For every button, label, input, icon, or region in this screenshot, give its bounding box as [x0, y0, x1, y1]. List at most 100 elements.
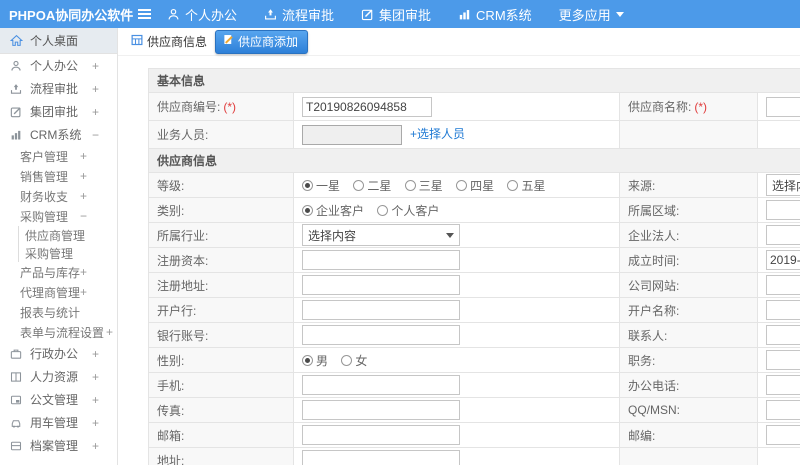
legal-person-input[interactable] — [766, 225, 800, 245]
field-label: 注册资本: — [148, 247, 294, 273]
archive-icon — [10, 439, 23, 452]
sidebar-item-label: 表单与流程设置 — [20, 325, 105, 340]
sidebar-item-sales-mgmt[interactable]: 销售管理 + — [0, 166, 117, 186]
expand-indicator: + — [91, 104, 99, 119]
bank-input[interactable] — [302, 300, 460, 320]
zipcode-input[interactable] — [766, 425, 800, 445]
supplier-no-input[interactable] — [302, 96, 432, 117]
expand-indicator: + — [91, 369, 99, 384]
sidebar-item-label: 供应商管理 — [25, 228, 86, 243]
expand-indicator: + — [79, 285, 87, 299]
hamburger-menu-icon[interactable] — [138, 7, 151, 21]
radio-selected-icon — [302, 354, 313, 366]
edit-icon — [361, 8, 374, 21]
sidebar-item-purchase-mgmt[interactable]: 采购管理 − — [0, 206, 117, 226]
supplier-name-input[interactable] — [766, 96, 800, 117]
tab-supplier-add[interactable]: 供应商添加 — [215, 29, 309, 54]
topnav-group-approval[interactable]: 集团审批 — [361, 5, 431, 24]
expand-indicator: + — [79, 265, 87, 279]
field-label: 开户名称: — [619, 297, 758, 323]
form-row: 邮箱: 邮编: — [148, 422, 800, 448]
bar-chart-icon — [10, 128, 23, 141]
sidebar-item-purchasing[interactable]: 采购管理 — [0, 244, 117, 262]
sidebar-item-group-approval[interactable]: 集团审批 + — [0, 100, 117, 123]
topnav-more-apps[interactable]: 更多应用 — [559, 5, 624, 24]
supplier-form-table: 基本信息 供应商编号:(*) 供应商名称:(*) 业务人员: +选择人员 供应商… — [147, 68, 800, 465]
upload-icon — [10, 82, 23, 95]
expand-indicator: + — [91, 81, 99, 96]
field-label: 企业法人: — [619, 222, 758, 248]
sidebar-item-label: 采购管理 — [25, 246, 74, 261]
founded-date-input[interactable] — [766, 250, 800, 270]
form-row: 开户行: 开户名称: — [148, 297, 800, 323]
upload-icon — [264, 8, 277, 21]
sidebar-item-workflow-approval[interactable]: 流程审批 + — [0, 77, 117, 100]
expand-indicator: + — [91, 415, 99, 430]
sidebar-item-agent-mgmt[interactable]: 代理商管理 + — [0, 282, 117, 302]
sidebar-item-personal-office[interactable]: 个人办公 + — [0, 54, 117, 77]
region-input[interactable] — [766, 200, 800, 220]
sidebar-item-label: 档案管理 — [30, 439, 79, 453]
sidebar-item-admin-office[interactable]: 行政办公 + — [0, 342, 117, 365]
radio-option[interactable]: 企业客户 — [302, 202, 364, 219]
field-label: 所属区域: — [619, 197, 758, 223]
sidebar-item-reports[interactable]: 报表与统计 — [0, 302, 117, 322]
sidebar-item-archive-mgmt[interactable]: 档案管理 + — [0, 434, 117, 457]
sidebar-item-document-mgmt[interactable]: 公文管理 + — [0, 388, 117, 411]
address-input[interactable] — [302, 450, 460, 465]
radio-option[interactable]: 四星 — [456, 177, 494, 194]
form-row: 银行账号: 联系人: — [148, 322, 800, 348]
radio-icon — [353, 179, 365, 191]
sidebar-item-vehicle-mgmt[interactable]: 用车管理 + — [0, 411, 117, 434]
qq-msn-input[interactable] — [766, 400, 800, 420]
website-input[interactable] — [766, 275, 800, 295]
position-input[interactable] — [766, 350, 800, 370]
app-logo: PHPOA协同办公软件 — [9, 7, 134, 23]
sidebar-item-personal-desktop[interactable]: 个人桌面 — [0, 28, 117, 54]
sidebar-item-crm-system[interactable]: CRM系统 − — [0, 123, 117, 146]
account-name-input[interactable] — [766, 300, 800, 320]
document-icon — [10, 393, 23, 406]
briefcase-icon — [10, 347, 23, 360]
radio-option[interactable]: 个人客户 — [377, 202, 439, 219]
mobile-input[interactable] — [302, 375, 460, 395]
expand-indicator: − — [91, 127, 99, 142]
sidebar-item-supplier-mgmt[interactable]: 供应商管理 — [0, 226, 117, 244]
sidebar-item-product-inventory[interactable]: 产品与库存 + — [0, 262, 117, 282]
radio-option[interactable]: 女 — [341, 352, 367, 369]
sidebar-item-hr[interactable]: 人力资源 + — [0, 365, 117, 388]
sidebar-item-form-flow-settings[interactable]: 表单与流程设置 + — [0, 322, 117, 342]
fax-input[interactable] — [302, 400, 460, 420]
reg-address-input[interactable] — [302, 275, 460, 295]
field-label: 银行账号: — [148, 322, 294, 348]
office-phone-input[interactable] — [766, 375, 800, 395]
sidebar-item-customer-mgmt[interactable]: 客户管理 + — [0, 146, 117, 166]
reg-capital-input[interactable] — [302, 250, 460, 270]
field-label: 开户行: — [148, 297, 294, 323]
bank-account-input[interactable] — [302, 325, 460, 345]
radio-option[interactable]: 三星 — [404, 177, 443, 194]
sidebar-item-label: 销售管理 — [20, 169, 69, 184]
topnav-workflow-approval[interactable]: 流程审批 — [264, 5, 334, 24]
topnav-label: 集团审批 — [379, 7, 432, 23]
field-label: 办公电话: — [619, 372, 758, 398]
field-label: 成立时间: — [619, 247, 758, 273]
sidebar-item-finance[interactable]: 财务收支 + — [0, 186, 117, 206]
user-icon — [167, 8, 180, 21]
radio-option[interactable]: 五星 — [507, 177, 545, 194]
tab-supplier-info[interactable]: 供应商信息 — [131, 33, 207, 50]
email-input[interactable] — [302, 425, 460, 445]
topnav-personal-office[interactable]: 个人办公 — [167, 5, 237, 24]
section-header-basic: 基本信息 — [147, 68, 800, 93]
industry-select[interactable]: 选择内容 — [302, 224, 460, 246]
radio-option[interactable]: 男 — [302, 352, 328, 369]
form-content: 基本信息 供应商编号:(*) 供应商名称:(*) 业务人员: +选择人员 供应商… — [118, 56, 800, 465]
source-select[interactable]: 选择内容 — [766, 174, 800, 196]
radio-option[interactable]: 一星 — [302, 177, 340, 194]
sidebar-item-label: 产品与库存 — [20, 265, 80, 280]
contact-input[interactable] — [766, 325, 800, 345]
radio-option[interactable]: 二星 — [353, 177, 391, 194]
topnav-crm-system[interactable]: CRM系统 — [458, 5, 532, 24]
choose-person-link[interactable]: +选择人员 — [410, 127, 465, 141]
business-person-input[interactable] — [302, 124, 402, 145]
